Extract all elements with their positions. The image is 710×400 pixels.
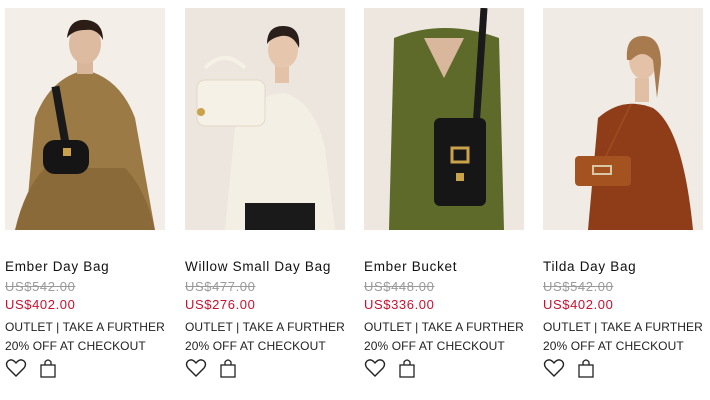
promo-line-1: OUTLET | TAKE A FURTHER bbox=[185, 320, 345, 334]
promo-line-1: OUTLET | TAKE A FURTHER bbox=[543, 320, 703, 334]
sale-price: US$276.00 bbox=[185, 297, 256, 312]
promo-text: OUTLET | TAKE A FURTHER 20% OFF AT CHECK… bbox=[543, 318, 705, 356]
product-name[interactable]: Ember Bucket bbox=[364, 259, 526, 274]
promo-line-1: OUTLET | TAKE A FURTHER bbox=[364, 320, 524, 334]
product-card[interactable]: Ember Bucket US$448.00 US$336.00 OUTLET … bbox=[364, 8, 526, 378]
original-price: US$448.00 bbox=[364, 279, 435, 294]
shopping-bag-icon[interactable] bbox=[396, 358, 418, 378]
promo-line-1: OUTLET | TAKE A FURTHER bbox=[5, 320, 165, 334]
card-actions bbox=[5, 358, 167, 378]
card-actions bbox=[543, 358, 705, 378]
heart-icon[interactable] bbox=[543, 358, 565, 378]
heart-icon[interactable] bbox=[185, 358, 207, 378]
product-grid: Ember Day Bag US$542.00 US$402.00 OUTLET… bbox=[0, 0, 710, 400]
product-name[interactable]: Ember Day Bag bbox=[5, 259, 167, 274]
product-image[interactable] bbox=[5, 8, 165, 230]
original-price: US$542.00 bbox=[5, 279, 76, 294]
product-name[interactable]: Willow Small Day Bag bbox=[185, 259, 347, 274]
shopping-bag-icon[interactable] bbox=[575, 358, 597, 378]
promo-line-2: 20% OFF AT CHECKOUT bbox=[185, 339, 326, 353]
original-price: US$542.00 bbox=[543, 279, 614, 294]
heart-icon[interactable] bbox=[5, 358, 27, 378]
promo-text: OUTLET | TAKE A FURTHER 20% OFF AT CHECK… bbox=[364, 318, 526, 356]
shopping-bag-icon[interactable] bbox=[217, 358, 239, 378]
product-card[interactable]: Willow Small Day Bag US$477.00 US$276.00… bbox=[185, 8, 347, 378]
card-actions bbox=[364, 358, 526, 378]
promo-line-2: 20% OFF AT CHECKOUT bbox=[543, 339, 684, 353]
sale-price: US$402.00 bbox=[5, 297, 76, 312]
card-actions bbox=[185, 358, 347, 378]
product-card[interactable]: Tilda Day Bag US$542.00 US$402.00 OUTLET… bbox=[543, 8, 705, 378]
promo-line-2: 20% OFF AT CHECKOUT bbox=[364, 339, 505, 353]
sale-price: US$402.00 bbox=[543, 297, 614, 312]
product-name[interactable]: Tilda Day Bag bbox=[543, 259, 705, 274]
product-card[interactable]: Ember Day Bag US$542.00 US$402.00 OUTLET… bbox=[5, 8, 167, 378]
promo-text: OUTLET | TAKE A FURTHER 20% OFF AT CHECK… bbox=[185, 318, 347, 356]
original-price: US$477.00 bbox=[185, 279, 256, 294]
product-image[interactable] bbox=[185, 8, 345, 230]
promo-text: OUTLET | TAKE A FURTHER 20% OFF AT CHECK… bbox=[5, 318, 167, 356]
sale-price: US$336.00 bbox=[364, 297, 435, 312]
promo-line-2: 20% OFF AT CHECKOUT bbox=[5, 339, 146, 353]
shopping-bag-icon[interactable] bbox=[37, 358, 59, 378]
heart-icon[interactable] bbox=[364, 358, 386, 378]
product-image[interactable] bbox=[364, 8, 524, 230]
product-image[interactable] bbox=[543, 8, 703, 230]
